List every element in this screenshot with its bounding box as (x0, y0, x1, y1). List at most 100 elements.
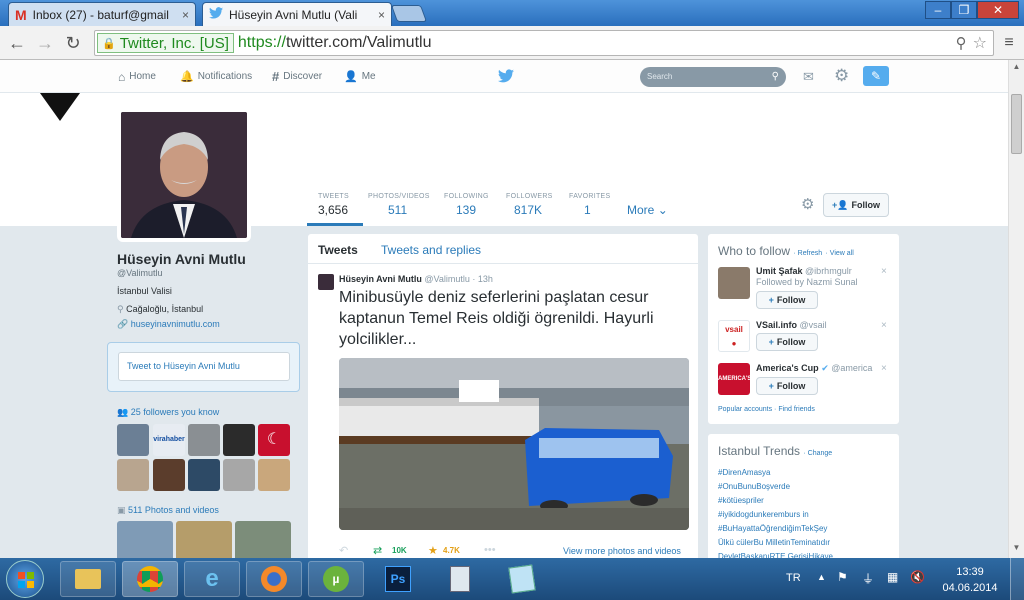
follower-avatar[interactable] (188, 459, 220, 491)
stat-following[interactable]: FOLLOWING 139 (444, 193, 489, 217)
follower-avatar[interactable]: virahaber (153, 424, 185, 456)
tab-tweets-and-replies[interactable]: Tweets and replies (381, 243, 481, 257)
trend-item[interactable]: #DirenAmasya (718, 466, 898, 480)
volume-muted-icon[interactable]: 🔇 (910, 570, 925, 584)
tweet-photo[interactable] (339, 358, 689, 530)
follower-avatar[interactable] (223, 424, 255, 456)
stat-followers[interactable]: FOLLOWERS 817K (506, 193, 553, 217)
internet-explorer-icon[interactable]: e (184, 561, 240, 597)
change-trends-link[interactable]: · Change (803, 450, 832, 457)
tweet-author-name[interactable]: Hüseyin Avni Mutlu (339, 274, 422, 284)
bookmark-star-icon[interactable]: ☆ (973, 33, 987, 53)
firefox-icon[interactable] (246, 561, 302, 597)
vertical-scrollbar[interactable]: ▲ ▼ (1008, 60, 1024, 558)
forward-arrow-icon[interactable]: → (34, 32, 56, 54)
media-thumbnail[interactable] (176, 521, 232, 558)
stat-favorites[interactable]: FAVORITES 1 (569, 193, 610, 217)
nav-me[interactable]: 👤 Me (344, 60, 376, 93)
minimize-button[interactable]: – (925, 1, 951, 19)
compose-tweet-icon[interactable]: ✎ (863, 66, 889, 86)
utorrent-icon[interactable]: µ (308, 561, 364, 597)
refresh-link[interactable]: · Refresh (793, 250, 822, 257)
suggestion-avatar[interactable]: vsail ● (718, 320, 750, 352)
flag-alert-icon[interactable]: ⚑ (837, 570, 848, 584)
profile-name[interactable]: Hüseyin Avni Mutlu (117, 251, 246, 267)
show-desktop-button[interactable] (1010, 558, 1024, 600)
view-all-link[interactable]: · View all (826, 250, 854, 257)
stat-tweets[interactable]: TWEETS 3,656 (318, 193, 349, 217)
address-bar[interactable]: 🔒 Twitter, Inc. [US] https:// twitter.co… (94, 30, 994, 56)
scroll-down-arrow-icon[interactable]: ▼ (1011, 543, 1022, 554)
follower-avatar[interactable] (117, 424, 149, 456)
dismiss-icon[interactable]: × (881, 363, 887, 374)
dismiss-icon[interactable]: × (881, 266, 887, 277)
close-icon[interactable]: × (378, 8, 385, 22)
trend-item[interactable]: #BuHayattaÖğrendiğimTekŞey (718, 522, 898, 536)
tab-tweets[interactable]: Tweets (318, 243, 358, 257)
trend-item[interactable]: #kötüespriler (718, 494, 898, 508)
tweet-to-input[interactable]: Tweet to Hüseyin Avni Mutlu (118, 352, 290, 381)
language-indicator[interactable]: TR (786, 572, 801, 584)
network-icon[interactable]: ▦ (887, 570, 898, 584)
follower-avatar[interactable] (223, 459, 255, 491)
retweet-icon[interactable]: ⇄ (373, 544, 382, 557)
tweet-author-avatar[interactable] (318, 274, 334, 290)
profile-handle[interactable]: @Valimutlu (117, 268, 162, 278)
close-window-button[interactable]: ✕ (977, 1, 1019, 19)
trend-item[interactable]: #OnuBunuBoşverde (718, 480, 898, 494)
suggestion-name[interactable]: VSail.info (756, 320, 797, 330)
ssl-badge[interactable]: 🔒 Twitter, Inc. [US] (97, 33, 234, 53)
follower-avatar[interactable] (258, 459, 290, 491)
tab-twitter[interactable]: Hüseyin Avni Mutlu (Vali × (202, 2, 392, 26)
gear-icon[interactable]: ⚙ (801, 195, 814, 213)
follower-avatar[interactable] (117, 459, 149, 491)
envelope-icon[interactable]: ✉ (803, 69, 814, 85)
followers-you-know-row[interactable]: 👥 25 followers you know (117, 407, 219, 418)
twitter-bird-icon[interactable] (498, 69, 514, 86)
show-hidden-icons-icon[interactable]: ▲ (817, 572, 826, 582)
more-dropdown[interactable]: More ⌄ (627, 203, 668, 217)
find-friends-link[interactable]: · Find friends (774, 406, 815, 413)
suggestion-avatar[interactable]: AMERICA'S (718, 363, 751, 395)
follower-avatar[interactable] (188, 424, 220, 456)
gear-icon[interactable]: ⚙ (834, 66, 849, 86)
notepad-icon[interactable] (494, 561, 550, 597)
photos-videos-row[interactable]: ▣ 511 Photos and videos (117, 505, 219, 516)
maximize-button[interactable]: ❐ (951, 1, 977, 19)
start-button[interactable] (6, 560, 44, 598)
media-thumbnail[interactable] (235, 521, 291, 558)
trend-item[interactable]: DevletBaşkanıRTE GerisiHikaye (718, 550, 898, 558)
suggestion-handle[interactable]: @vsail (800, 320, 827, 330)
scroll-up-arrow-icon[interactable]: ▲ (1011, 62, 1022, 73)
follower-avatar[interactable]: ☾ (258, 424, 290, 456)
clock-time[interactable]: 13:39 (940, 566, 1000, 578)
chrome-menu-icon[interactable]: ≡ (998, 32, 1020, 54)
nav-home[interactable]: ⌂ Home (118, 60, 156, 93)
tweet-author-handle[interactable]: @Valimutlu (424, 274, 469, 284)
scrollbar-thumb[interactable] (1011, 94, 1022, 154)
nav-notifications[interactable]: 🔔 Notifications (180, 60, 252, 93)
chrome-icon[interactable] (122, 561, 178, 597)
profile-avatar[interactable] (117, 108, 251, 242)
suggestion-handle[interactable]: @america (831, 363, 872, 373)
zoom-search-icon[interactable]: ⚲ (956, 34, 967, 52)
twitter-search-input[interactable]: Search ⚲ (640, 67, 786, 87)
folder-icon[interactable] (60, 561, 116, 597)
trend-item[interactable]: Ülkü cülerBu MilletinTeminatıdır (718, 536, 898, 550)
follower-avatar[interactable] (153, 459, 185, 491)
suggestion-name[interactable]: Umit Şafak (756, 266, 803, 276)
tweet-timestamp[interactable]: · 13h (472, 274, 493, 284)
suggestion-avatar[interactable] (718, 267, 750, 299)
follow-button[interactable]: + Follow (756, 333, 818, 351)
stat-photos-videos[interactable]: PHOTOS/VIDEOS 511 (368, 193, 430, 217)
photoshop-icon[interactable]: Ps (370, 561, 426, 597)
media-thumbnail[interactable] (117, 521, 173, 558)
new-tab-button[interactable] (390, 5, 428, 22)
reply-icon[interactable]: ↶ (339, 544, 348, 557)
back-arrow-icon[interactable]: ← (6, 32, 28, 54)
reload-icon[interactable]: ↻ (62, 32, 84, 54)
follow-button[interactable]: +👤 Follow (823, 193, 889, 217)
more-dots-icon[interactable]: ••• (484, 544, 496, 556)
trend-item[interactable]: #iyikidogdunkeremburs in (718, 508, 898, 522)
favorite-star-icon[interactable]: ★ (428, 544, 438, 557)
